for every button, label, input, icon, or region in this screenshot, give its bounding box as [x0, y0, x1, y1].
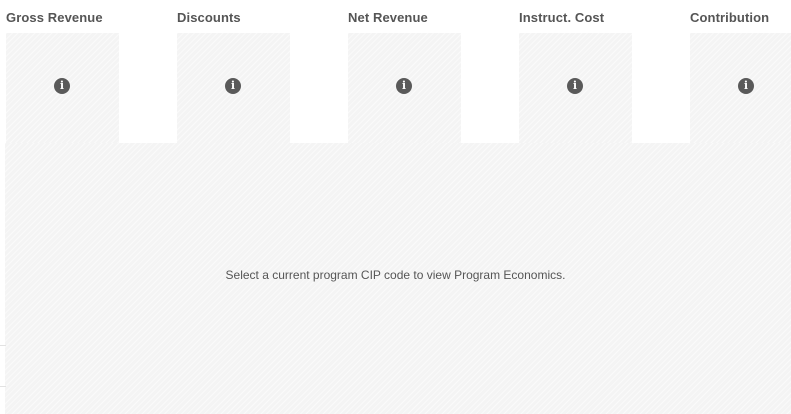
kpi-title-instruct-cost: Instruct. Cost [519, 10, 605, 25]
info-icon[interactable]: i [225, 78, 241, 94]
kpi-title-gross-revenue: Gross Revenue [6, 10, 103, 25]
info-icon[interactable]: i [54, 78, 70, 94]
program-economics-panel: Gross Revenue i Discounts i Net Revenue … [0, 0, 791, 414]
kpi-title-discounts: Discounts [177, 10, 241, 25]
info-icon[interactable]: i [738, 78, 754, 94]
kpi-title-net-revenue: Net Revenue [348, 10, 428, 25]
divider [0, 345, 6, 387]
info-icon[interactable]: i [396, 78, 412, 94]
info-icon[interactable]: i [567, 78, 583, 94]
empty-state-message: Select a current program CIP code to vie… [225, 268, 566, 282]
kpi-title-contribution: Contribution [690, 10, 770, 25]
